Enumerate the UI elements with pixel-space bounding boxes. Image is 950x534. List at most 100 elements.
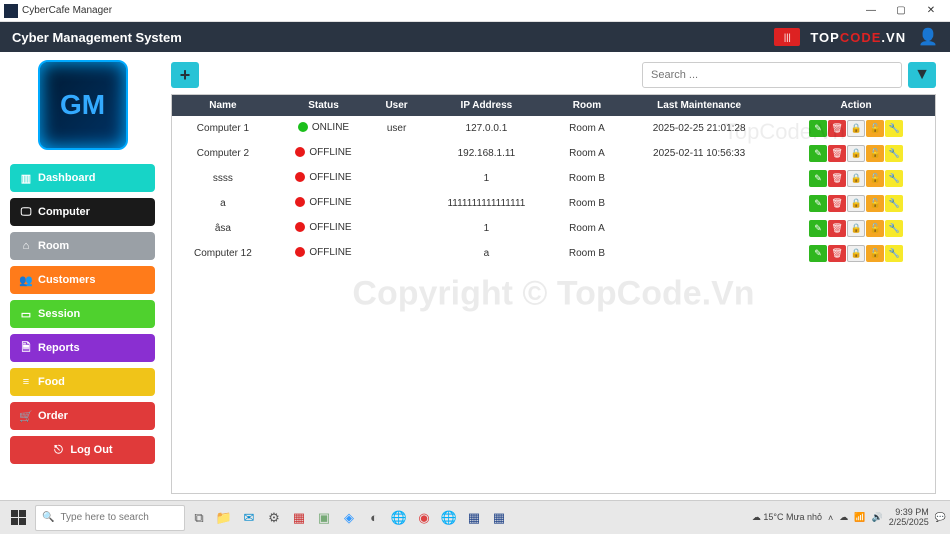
table-row[interactable]: Computer 1ONLINEuser127.0.0.1Room A2025-… (172, 116, 935, 141)
pencil-icon: ✎ (814, 223, 822, 234)
task-view-icon[interactable]: ⧉ (188, 505, 210, 531)
tray-wifi-icon[interactable]: 📶 (854, 512, 865, 523)
cell-status: OFFLINE (274, 191, 373, 216)
add-button[interactable]: + (171, 62, 199, 88)
taskbar-app-8[interactable]: 🌐 (388, 505, 410, 531)
taskbar-clock[interactable]: 9:39 PM 2/25/2025 (889, 508, 929, 528)
edit-button[interactable]: ✎ (809, 120, 827, 137)
dashboard-icon: ▥ (20, 172, 32, 184)
unlock-button[interactable]: 🔓 (866, 170, 884, 187)
edit-button[interactable]: ✎ (809, 220, 827, 237)
maintenance-button[interactable]: 🔧 (885, 245, 903, 262)
cell-room: Room B (553, 191, 621, 216)
delete-button[interactable]: 🗑 (828, 220, 846, 237)
edit-button[interactable]: ✎ (809, 145, 827, 162)
table-row[interactable]: ssssOFFLINE1Room B✎🗑🔒🔓🔧 (172, 166, 935, 191)
table-row[interactable]: aOFFLINE1111111111111111Room B✎🗑🔒🔓🔧 (172, 191, 935, 216)
delete-button[interactable]: 🗑 (828, 145, 846, 162)
search-input[interactable] (642, 62, 902, 88)
cell-maint: 2025-02-11 10:56:33 (621, 141, 777, 166)
taskbar-search[interactable]: 🔍 Type here to search (35, 505, 185, 531)
tray-cloud-icon[interactable]: ☁ (839, 512, 848, 523)
sidebar-item-order[interactable]: 🛒Order (10, 402, 155, 430)
tray-sound-icon[interactable]: 🔊 (872, 512, 883, 523)
taskbar-app-5[interactable]: ▣ (313, 505, 335, 531)
lock-button[interactable]: 🔒 (847, 220, 865, 237)
taskbar-app-11[interactable]: ▦ (463, 505, 485, 531)
taskbar-app-2[interactable]: ✉ (238, 505, 260, 531)
lock-button[interactable]: 🔒 (847, 195, 865, 212)
sidebar-item-session[interactable]: ▭Session (10, 300, 155, 328)
filter-button[interactable]: ▼ (908, 62, 936, 88)
sidebar-item-food[interactable]: ≡Food (10, 368, 155, 396)
weather-widget[interactable]: ☁ 15°C Mưa nhỏ (752, 512, 822, 523)
unlock-button[interactable]: 🔓 (866, 120, 884, 137)
cell-status: ONLINE (274, 116, 373, 141)
minimize-button[interactable]: — (856, 2, 886, 20)
lock-button[interactable]: 🔒 (847, 120, 865, 137)
sidebar-item-computer[interactable]: 🖵Computer (10, 198, 155, 226)
sidebar-item-customers[interactable]: 👥Customers (10, 266, 155, 294)
wrench-icon: 🔧 (888, 198, 899, 209)
taskbar-app-7[interactable]: ◐ (363, 505, 385, 531)
computer-icon: 🖵 (20, 206, 32, 218)
user-avatar-icon[interactable]: 👤 (918, 27, 938, 47)
sidebar-item-room[interactable]: ⌂Room (10, 232, 155, 260)
delete-button[interactable]: 🗑 (828, 245, 846, 262)
status-dot-icon (295, 147, 305, 157)
taskbar-app-4[interactable]: ▦ (288, 505, 310, 531)
unlock-icon: 🔓 (869, 123, 880, 134)
tray-chevron-icon[interactable]: ˄ (828, 513, 833, 523)
sidebar-item-log-out[interactable]: ⎋Log Out (10, 436, 155, 464)
lock-icon: 🔒 (850, 173, 861, 184)
lock-button[interactable]: 🔒 (847, 145, 865, 162)
tray-notification-icon[interactable]: 💬 (935, 512, 946, 523)
start-button[interactable] (4, 504, 32, 532)
close-button[interactable]: ✕ (916, 2, 946, 20)
taskbar-app-1[interactable]: 📁 (213, 505, 235, 531)
taskbar-app-6[interactable]: ◈ (338, 505, 360, 531)
sidebar-item-label: Reports (38, 342, 80, 354)
delete-button[interactable]: 🗑 (828, 120, 846, 137)
trash-icon: 🗑 (831, 148, 842, 159)
taskbar-app-12[interactable]: ▦ (488, 505, 510, 531)
maintenance-button[interactable]: 🔧 (885, 220, 903, 237)
unlock-icon: 🔓 (869, 198, 880, 209)
sidebar-item-dashboard[interactable]: ▥Dashboard (10, 164, 155, 192)
main-area: GM ▥Dashboard 🖵Computer ⌂Room 👥Customers ▭Se… (0, 52, 950, 500)
trash-icon: 🗑 (831, 173, 842, 184)
filter-icon: ▼ (914, 66, 930, 84)
unlock-button[interactable]: 🔓 (866, 195, 884, 212)
taskbar-app-10[interactable]: 🌐 (438, 505, 460, 531)
taskbar-app-9[interactable]: ◉ (413, 505, 435, 531)
maintenance-button[interactable]: 🔧 (885, 120, 903, 137)
maximize-button[interactable]: ▢ (886, 2, 916, 20)
table-row[interactable]: Computer 12OFFLINEaRoom B✎🗑🔒🔓🔧 (172, 241, 935, 266)
lock-button[interactable]: 🔒 (847, 170, 865, 187)
status-dot-icon (295, 222, 305, 232)
edit-button[interactable]: ✎ (809, 170, 827, 187)
wrench-icon: 🔧 (888, 173, 899, 184)
maintenance-button[interactable]: 🔧 (885, 195, 903, 212)
lock-icon: 🔒 (850, 148, 861, 159)
taskbar-app-3[interactable]: ⚙ (263, 505, 285, 531)
log out-icon: ⎋ (52, 444, 64, 456)
delete-button[interactable]: 🗑 (828, 195, 846, 212)
app-logo: GM (38, 60, 128, 150)
edit-button[interactable]: ✎ (809, 245, 827, 262)
maintenance-button[interactable]: 🔧 (885, 170, 903, 187)
cell-actions: ✎🗑🔒🔓🔧 (777, 241, 935, 266)
unlock-button[interactable]: 🔓 (866, 220, 884, 237)
unlock-icon: 🔓 (869, 148, 880, 159)
table-row[interactable]: Computer 2OFFLINE192.168.1.11Room A2025-… (172, 141, 935, 166)
delete-button[interactable]: 🗑 (828, 170, 846, 187)
lock-icon: 🔒 (850, 223, 861, 234)
status-dot-icon (295, 247, 305, 257)
sidebar-item-reports[interactable]: 🗎Reports (10, 334, 155, 362)
unlock-button[interactable]: 🔓 (866, 145, 884, 162)
maintenance-button[interactable]: 🔧 (885, 145, 903, 162)
lock-button[interactable]: 🔒 (847, 245, 865, 262)
table-row[interactable]: âsaOFFLINE1Room A✎🗑🔒🔓🔧 (172, 216, 935, 241)
edit-button[interactable]: ✎ (809, 195, 827, 212)
unlock-button[interactable]: 🔓 (866, 245, 884, 262)
